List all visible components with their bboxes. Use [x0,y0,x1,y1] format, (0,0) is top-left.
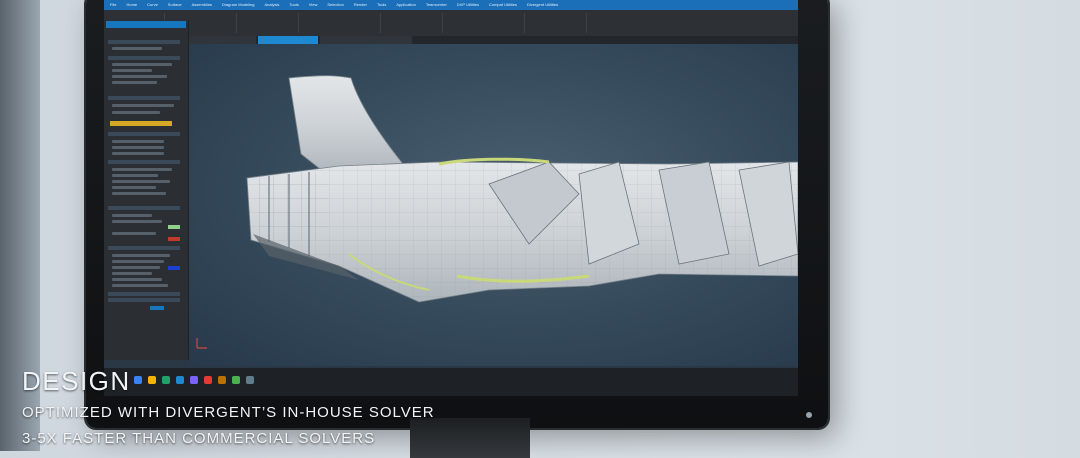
menu-item[interactable]: Selection [327,0,343,10]
menu-item[interactable]: Diagram Modeling [222,0,254,10]
panel-row[interactable] [112,140,164,143]
settings-icon[interactable] [246,376,254,384]
panel-row[interactable] [112,174,158,177]
browser-icon[interactable] [176,376,184,384]
panel-section[interactable] [108,160,180,164]
start-icon[interactable] [134,376,142,384]
monitor-screen: File Home Curve Surface Assemblies Diagr… [104,0,798,396]
menu-item[interactable]: Compat Utilities [489,0,517,10]
panel-row[interactable] [112,266,160,269]
axis-indicator [196,338,207,349]
panel-header [106,21,186,28]
menu-item[interactable]: Assemblies [192,0,212,10]
ribbon-group [300,13,381,33]
color-swatch[interactable] [168,237,180,241]
monitor-stand [410,418,530,458]
highlighted-field[interactable] [110,121,172,126]
panel-row[interactable] [112,63,172,66]
menu-item[interactable]: Tools [377,0,386,10]
ribbon-group [526,13,587,33]
ribbon-toolbar [104,10,798,37]
color-swatch[interactable] [168,225,180,229]
menu-item[interactable]: Divergent Utilities [527,0,558,10]
panel-row[interactable] [112,104,174,107]
caption-line-2: 3-5X FASTER THAN COMMERCIAL SOLVERS [22,430,376,447]
menu-item[interactable]: DXP Utilities [457,0,479,10]
panel-row[interactable] [112,214,152,217]
document-tabs [188,36,798,44]
panel-row[interactable] [112,254,170,257]
ok-button[interactable] [150,306,164,310]
menu-item[interactable]: File [110,0,116,10]
panel-row[interactable] [112,146,164,149]
menu-item[interactable]: Home [126,0,137,10]
folder-icon[interactable] [148,376,156,384]
panel-row[interactable] [112,180,170,183]
panel-row[interactable] [112,272,152,275]
menu-item[interactable]: Analysis [265,0,280,10]
menu-bar: File Home Curve Surface Assemblies Diagr… [104,0,558,10]
panel-row[interactable] [112,260,164,263]
tail-fin [288,75,404,177]
taskbar-icons [134,376,254,384]
app-titlebar: File Home Curve Surface Assemblies Diagr… [104,0,798,10]
engine-model [196,75,798,349]
app-icon[interactable] [204,376,212,384]
panel-section[interactable] [108,40,180,44]
panel-section[interactable] [108,206,180,210]
menu-item[interactable]: View [309,0,318,10]
menu-item[interactable]: Curve [147,0,158,10]
app-icon[interactable] [218,376,226,384]
ribbon-group [382,13,443,33]
panel-row[interactable] [112,284,168,287]
menu-item[interactable]: Tools [289,0,298,10]
menu-item[interactable]: Application [396,0,416,10]
panel-section[interactable] [108,298,180,302]
ribbon-group [444,13,525,33]
panel-row[interactable] [112,192,166,195]
app-icon[interactable] [232,376,240,384]
panel-row[interactable] [112,47,162,50]
panel-row[interactable] [112,232,156,235]
app-icon[interactable] [190,376,198,384]
power-button[interactable] [806,412,812,418]
taskbar [104,368,798,396]
menu-item[interactable]: Teamcenter [426,0,447,10]
panel-row[interactable] [112,168,172,171]
panel-row[interactable] [112,75,167,78]
menu-item[interactable]: Surface [168,0,182,10]
panel-section[interactable] [108,96,180,100]
menu-item[interactable]: Render [354,0,367,10]
caption-line-1: OPTIMIZED WITH DIVERGENT’S IN-HOUSE SOLV… [22,404,435,421]
panel-row[interactable] [112,81,157,84]
document-tab[interactable] [188,36,256,44]
panel-row[interactable] [112,152,164,155]
panel-row[interactable] [112,278,162,281]
panel-section[interactable] [108,292,180,296]
panel-row[interactable] [112,111,160,114]
property-panel [104,20,189,388]
3d-viewport[interactable] [189,44,798,366]
color-swatch[interactable] [168,266,180,270]
app-icon[interactable] [162,376,170,384]
document-tab-active[interactable] [258,36,318,44]
document-tab[interactable] [320,36,412,44]
panel-row[interactable] [112,69,152,72]
caption-heading: DESIGN [22,366,131,396]
ribbon-group [238,13,299,33]
panel-row[interactable] [112,220,162,223]
panel-section[interactable] [108,56,180,60]
panel-section[interactable] [108,132,180,136]
panel-row[interactable] [112,186,156,189]
panel-section[interactable] [108,246,180,250]
